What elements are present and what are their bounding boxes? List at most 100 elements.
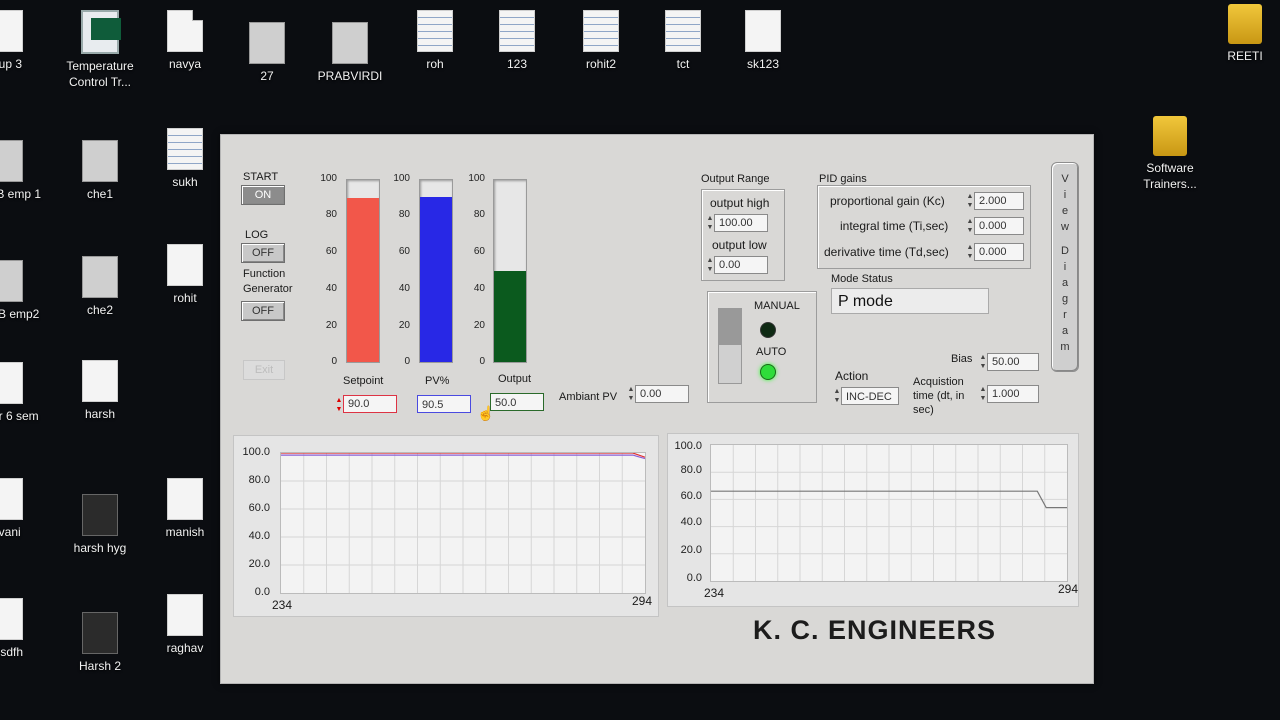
mode-status-indicator: P mode	[831, 288, 989, 314]
desktop-icon-label: rohit	[173, 291, 197, 305]
desktop-icon-label: Software Trainers...	[1143, 161, 1197, 191]
desktop-icon[interactable]: 123	[472, 10, 562, 72]
desktop-icon[interactable]: rohit2	[556, 10, 646, 72]
left-x-min: 234	[272, 598, 293, 612]
td-spinner-icon[interactable]: ▲ ▼	[966, 243, 974, 261]
desktop-icon-label: che2	[86, 303, 114, 317]
desktop-icon[interactable]: hivani	[0, 478, 50, 540]
desktop-icon-label: roh	[426, 57, 444, 71]
desktop-icon[interactable]: tct	[638, 10, 728, 72]
output-range-panel: output high ▲▼ output low ▲▼	[701, 189, 785, 281]
log-label: LOG	[245, 229, 269, 241]
output-high-spinner-icon[interactable]: ▲ ▼	[706, 214, 714, 232]
desktop-icon[interactable]: PRABVIRDI	[305, 22, 395, 84]
manual-led-icon	[760, 322, 776, 338]
setpoint-slider[interactable]	[346, 179, 380, 363]
ti-input[interactable]	[974, 217, 1024, 235]
desktop-icon[interactable]: gdsdfh	[0, 598, 50, 660]
setpoint-input[interactable]	[343, 395, 397, 413]
start-toggle-button[interactable]: ON	[241, 185, 285, 205]
desktop-icon[interactable]: sk123	[718, 10, 808, 72]
right-y-tick: 100.0	[674, 440, 702, 452]
setpoint-scale: 100 80 60 40 20 0	[320, 173, 337, 367]
right-plot-svg	[711, 445, 1067, 581]
bias-input[interactable]	[987, 353, 1039, 371]
left-y-tick: 20.0	[248, 558, 270, 570]
action-selector[interactable]: INC-DEC	[841, 387, 899, 405]
ambient-pv-input[interactable]	[635, 385, 689, 403]
file-icon	[167, 594, 203, 636]
file-icon	[167, 478, 203, 520]
desktop-icon[interactable]: che1	[55, 140, 145, 202]
desktop-icon[interactable]: che2	[55, 256, 145, 318]
brand-label: K. C. ENGINEERS	[753, 615, 997, 645]
log-toggle-button[interactable]: OFF	[241, 243, 285, 263]
desktop-icon[interactable]: harsh hyg	[55, 494, 145, 556]
left-plot-svg	[281, 452, 646, 593]
setpoint-spinner-icon[interactable]: ▲ ▼	[335, 396, 343, 414]
kc-input[interactable]	[974, 192, 1024, 210]
desktop-icon[interactable]: roup 3	[0, 10, 50, 72]
acquisition-time-spinner-icon[interactable]: ▲ ▼	[979, 385, 987, 403]
desktop-icon[interactable]: roup B emp 1	[0, 140, 50, 202]
desktop-icon[interactable]: manish	[140, 478, 230, 540]
right-y-tick: 40.0	[680, 516, 702, 528]
pid-gains-title: PID gains	[819, 173, 867, 185]
desktop-icon-label: Temperature Control Tr...	[66, 59, 134, 89]
kc-spinner-icon[interactable]: ▲ ▼	[966, 192, 974, 210]
desktop-icon[interactable]: sukh	[140, 128, 230, 190]
desktop-icon-label: che1	[86, 187, 114, 201]
desktop-icon[interactable]: raghav	[140, 594, 230, 656]
desktop-icon-label: navya	[168, 57, 202, 71]
output-low-input[interactable]	[714, 256, 768, 274]
desktop-icon-label: sukh	[172, 175, 198, 189]
pv-label: PV%	[425, 375, 450, 387]
desktop-icon-label: manish	[165, 525, 205, 539]
left-y-tick: 80.0	[248, 474, 270, 486]
desktop-icon[interactable]: REETI	[1200, 4, 1280, 64]
desktop-icon[interactable]: Temperature Control Tr...	[55, 10, 145, 90]
desktop-icon-label: rohit2	[585, 57, 617, 71]
desktop-icon-label: 123	[506, 57, 528, 71]
bias-label: Bias	[951, 353, 973, 365]
desktop-icon[interactable]: navya	[140, 10, 230, 72]
folder-icon	[1228, 4, 1262, 44]
right-x-min: 234	[704, 586, 725, 600]
ambient-pv-spinner-icon[interactable]: ▲ ▼	[627, 385, 635, 403]
bias-spinner-icon[interactable]: ▲ ▼	[979, 353, 987, 371]
desktop-icon[interactable]: Harsh 2	[55, 612, 145, 674]
file-icon	[583, 10, 619, 52]
pv-tank	[419, 179, 453, 363]
file-icon	[0, 598, 23, 640]
desktop-icon[interactable]: 27	[222, 22, 312, 84]
desktop-icon[interactable]: rohit	[140, 244, 230, 306]
view-diagram-button[interactable]: V i e w D i a g r a m	[1051, 162, 1079, 372]
exit-button[interactable]: Exit	[243, 360, 285, 380]
ti-spinner-icon[interactable]: ▲ ▼	[966, 217, 974, 235]
ti-label: integral time (Ti,sec)	[840, 219, 949, 233]
function-generator-toggle-button[interactable]: OFF	[241, 301, 285, 321]
action-spinner-icon[interactable]: ▲ ▼	[833, 387, 841, 405]
desktop-icon[interactable]: Software Trainers...	[1125, 116, 1215, 192]
file-icon	[665, 10, 701, 52]
right-plot-area	[710, 444, 1068, 582]
file-icon	[745, 10, 781, 52]
file-icon	[167, 244, 203, 286]
desktop-icon-label: PRABVIRDI	[317, 69, 383, 83]
ambient-pv-label: Ambiant PV	[559, 391, 618, 403]
desktop-icon-label: roup B emp2	[0, 307, 40, 321]
output-low-spinner-icon[interactable]: ▲ ▼	[706, 256, 714, 274]
acquisition-time-input[interactable]	[987, 385, 1039, 403]
desktop-icon[interactable]: harsh	[55, 360, 145, 422]
file-icon	[82, 140, 118, 182]
left-y-tick: 0.0	[254, 586, 270, 598]
right-y-tick: 80.0	[680, 464, 702, 476]
desktop-icon[interactable]: roup B emp2	[0, 260, 50, 322]
output-high-input[interactable]	[714, 214, 768, 232]
manual-auto-switch[interactable]	[718, 308, 742, 384]
desktop-icon[interactable]: roh	[390, 10, 480, 72]
desktop-icon[interactable]: roup r 6 sem	[0, 362, 50, 424]
setpoint-label: Setpoint	[343, 375, 384, 387]
setpoint-fill	[347, 198, 379, 362]
td-input[interactable]	[974, 243, 1024, 261]
